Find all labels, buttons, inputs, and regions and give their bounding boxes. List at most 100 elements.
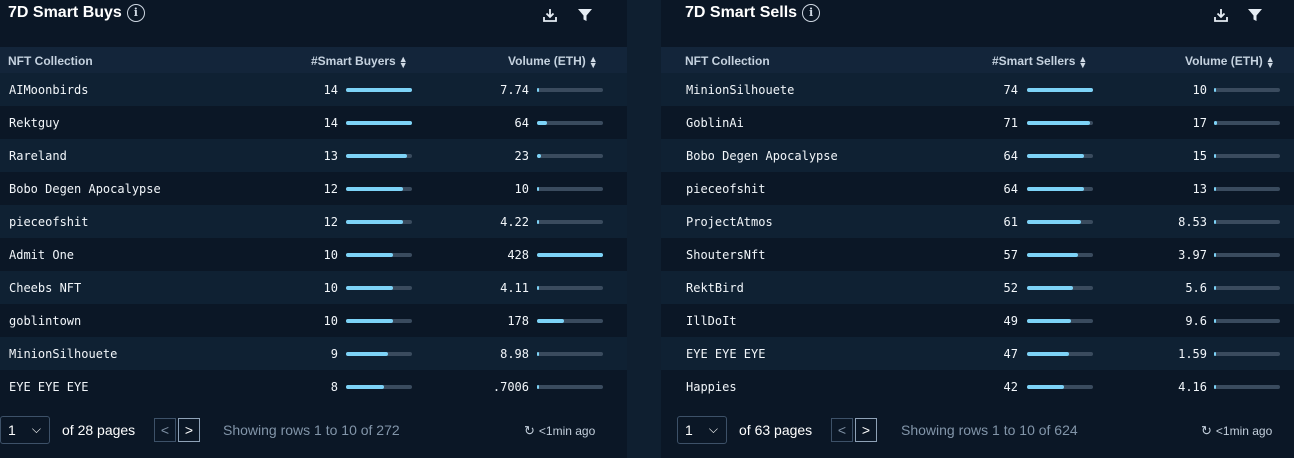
- table-row[interactable]: ShoutersNft 57 3.97: [661, 238, 1294, 271]
- table-row[interactable]: pieceofshit 64 13: [661, 172, 1294, 205]
- prev-page-button[interactable]: <: [154, 418, 176, 442]
- header-volume-label: Volume (ETH): [508, 54, 586, 68]
- sort-icon[interactable]: ▲ ▼: [1266, 54, 1275, 69]
- collection-name[interactable]: pieceofshit: [9, 215, 88, 229]
- collection-name[interactable]: IllDoIt: [686, 314, 737, 328]
- refresh-clock-icon[interactable]: ↻: [524, 423, 535, 439]
- table-row[interactable]: goblintown 10 178: [0, 304, 627, 337]
- collection-name[interactable]: Happies: [686, 380, 737, 394]
- volume-value: 8.98: [500, 347, 529, 361]
- table-row[interactable]: MinionSilhouete 74 10: [661, 73, 1294, 106]
- volume-bar-fill: [1214, 121, 1217, 125]
- next-page-button[interactable]: >: [178, 418, 200, 442]
- filter-icon[interactable]: [1246, 6, 1264, 24]
- info-icon[interactable]: i: [802, 4, 821, 22]
- table-row[interactable]: Rareland 13 23: [0, 139, 627, 172]
- table-row[interactable]: EYE EYE EYE 47 1.59: [661, 337, 1294, 370]
- smart-count-value: 13: [323, 149, 338, 163]
- sort-icon[interactable]: ▲ ▼: [589, 54, 598, 69]
- volume-bar-track: [537, 253, 603, 257]
- collection-name[interactable]: Cheebs NFT: [9, 281, 81, 295]
- volume-bar-track: [537, 121, 603, 125]
- smart-count-value: 64: [1003, 149, 1018, 163]
- volume-bar-track: [1214, 253, 1280, 257]
- collection-name[interactable]: Rektguy: [9, 116, 60, 130]
- refresh-clock-icon[interactable]: ↻: [1201, 423, 1212, 439]
- panel-title-text: 7D Smart Sells: [685, 4, 798, 21]
- table-row[interactable]: Bobo Degen Apocalypse 12 10: [0, 172, 627, 205]
- download-icon[interactable]: [541, 6, 559, 24]
- collection-name[interactable]: Bobo Degen Apocalypse: [686, 149, 838, 163]
- volume-bar-track: [1214, 187, 1280, 191]
- count-bar-track: [346, 220, 412, 224]
- collection-name[interactable]: EYE EYE EYE: [9, 380, 88, 394]
- header-volume[interactable]: Volume (ETH) ▲ ▼: [1185, 54, 1275, 69]
- table-row[interactable]: Cheebs NFT 10 4.11: [0, 271, 627, 304]
- volume-value: 13: [1192, 182, 1207, 196]
- smart-count-value: 9: [330, 347, 338, 361]
- table-row[interactable]: MinionSilhouete 9 8.98: [0, 337, 627, 370]
- collection-name[interactable]: Admit One: [9, 248, 74, 262]
- volume-bar-fill: [537, 385, 539, 389]
- volume-bar-fill: [1214, 286, 1216, 290]
- collection-name[interactable]: ShoutersNft: [686, 248, 765, 262]
- collection-name[interactable]: EYE EYE EYE: [686, 347, 765, 361]
- table-row[interactable]: GoblinAi 71 17: [661, 106, 1294, 139]
- volume-value: 17: [1192, 116, 1207, 130]
- volume-bar-fill: [537, 286, 539, 290]
- table-row[interactable]: IllDoIt 49 9.6: [661, 304, 1294, 337]
- last-updated-text: <1min ago: [1215, 424, 1273, 438]
- collection-name[interactable]: RektBird: [686, 281, 744, 295]
- volume-bar-track: [1214, 220, 1280, 224]
- count-bar-track: [346, 154, 412, 158]
- header-nft-collection[interactable]: NFT Collection: [8, 54, 93, 68]
- filter-icon[interactable]: [576, 6, 594, 24]
- volume-bar-fill: [537, 220, 539, 224]
- count-bar-track: [1027, 220, 1093, 224]
- table-row[interactable]: RektBird 52 5.6: [661, 271, 1294, 304]
- table-row[interactable]: EYE EYE EYE 8 .7006: [0, 370, 627, 403]
- table-row[interactable]: Happies 42 4.16: [661, 370, 1294, 403]
- count-bar-track: [1027, 154, 1093, 158]
- page-select[interactable]: 1 ⌵: [0, 416, 50, 444]
- table-row[interactable]: Rektguy 14 64: [0, 106, 627, 139]
- header-smart-buyers[interactable]: #Smart Buyers ▲ ▼: [311, 54, 408, 69]
- last-updated-text: <1min ago: [538, 424, 596, 438]
- table-row[interactable]: pieceofshit 12 4.22: [0, 205, 627, 238]
- page-select[interactable]: 1 ⌵: [677, 416, 727, 444]
- download-icon[interactable]: [1212, 6, 1230, 24]
- count-bar-track: [346, 385, 412, 389]
- table-header: NFT Collection #Smart Sellers ▲ ▼ Volume (…: [661, 47, 1294, 73]
- header-volume[interactable]: Volume (ETH) ▲ ▼: [508, 54, 598, 69]
- volume-value: 10: [514, 182, 529, 196]
- collection-name[interactable]: goblintown: [9, 314, 81, 328]
- collection-name[interactable]: ProjectAtmos: [686, 215, 773, 229]
- count-bar-fill: [346, 154, 408, 158]
- collection-name[interactable]: Rareland: [9, 149, 67, 163]
- collection-name[interactable]: MinionSilhouete: [686, 83, 794, 97]
- collection-name[interactable]: pieceofshit: [686, 182, 765, 196]
- table-row[interactable]: AIMoonbirds 14 7.74: [0, 73, 627, 106]
- table-footer: 1 ⌵ of 28 pages < > Showing rows 1 to 10…: [0, 416, 627, 446]
- collection-name[interactable]: GoblinAi: [686, 116, 744, 130]
- volume-bar-track: [1214, 385, 1280, 389]
- collection-name[interactable]: MinionSilhouete: [9, 347, 117, 361]
- collection-name[interactable]: Bobo Degen Apocalypse: [9, 182, 161, 196]
- sort-icon[interactable]: ▲ ▼: [1078, 54, 1087, 69]
- count-bar-track: [1027, 88, 1093, 92]
- table-row[interactable]: ProjectAtmos 61 8.53: [661, 205, 1294, 238]
- volume-bar-track: [537, 352, 603, 356]
- count-bar-fill: [1027, 286, 1074, 290]
- table-row[interactable]: Admit One 10 428: [0, 238, 627, 271]
- volume-value: 8.53: [1178, 215, 1207, 229]
- table-row[interactable]: Bobo Degen Apocalypse 64 15: [661, 139, 1294, 172]
- count-bar-track: [1027, 253, 1093, 257]
- prev-page-button[interactable]: <: [831, 418, 853, 442]
- header-nft-collection[interactable]: NFT Collection: [685, 54, 770, 68]
- collection-name[interactable]: AIMoonbirds: [9, 83, 88, 97]
- volume-bar-track: [1214, 286, 1280, 290]
- info-icon[interactable]: i: [126, 4, 145, 22]
- sort-icon[interactable]: ▲ ▼: [399, 54, 408, 69]
- header-smart-sellers[interactable]: #Smart Sellers ▲ ▼: [992, 54, 1087, 69]
- next-page-button[interactable]: >: [855, 418, 877, 442]
